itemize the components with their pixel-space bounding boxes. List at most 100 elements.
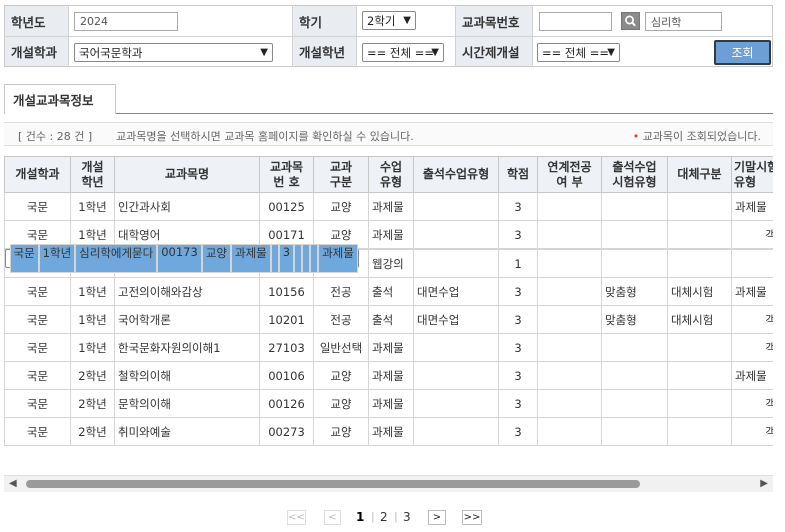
cell-type: 교양: [201, 244, 231, 273]
col-header[interactable]: 학점: [498, 156, 538, 193]
cell-alt: [667, 361, 732, 390]
cell-class: 과제물: [368, 333, 414, 362]
tab-course-info[interactable]: 개설교과목정보: [4, 84, 116, 114]
last-page-button[interactable]: >>: [462, 510, 482, 525]
cell-exam: [601, 417, 668, 446]
col-header[interactable]: 출석수업 시험유형: [601, 156, 668, 193]
table-row[interactable]: 국문1학년한국문화자원의이해127103일반선택과제물 3 객관식: [4, 333, 773, 362]
next-page-button[interactable]: >: [428, 510, 446, 525]
dept-label: 개설학과: [5, 37, 68, 66]
form-divider: [4, 36, 773, 37]
col-header[interactable]: 교과목 번 호: [259, 156, 314, 193]
col-header[interactable]: 교과목명: [114, 156, 260, 193]
cell-type: 교양: [313, 417, 369, 446]
cell-name[interactable]: 국어학개론: [114, 305, 260, 334]
table-row[interactable]: 국문 2학년 철학의이해 00106 교양 과제물 3 과제물: [4, 361, 773, 390]
course-name-input[interactable]: 심리학: [645, 12, 722, 31]
prev-page-button[interactable]: <: [324, 510, 341, 525]
submit-button[interactable]: 조회: [714, 40, 771, 65]
table-row[interactable]: 국문 1학년 인간과사회 00125 교양 과제물 3 과제물: [4, 192, 773, 221]
col-header[interactable]: 대체구분: [667, 156, 732, 193]
form-divider: [68, 5, 69, 67]
col-header[interactable]: 교과 구분: [313, 156, 369, 193]
cell-name[interactable]: 취미와예술: [114, 417, 260, 446]
cell-dept: 국문: [4, 277, 71, 306]
cell-dept: 국문: [9, 244, 39, 273]
col-header[interactable]: 출석수업유형: [413, 156, 499, 193]
grade-select[interactable]: == 전체 == ▼: [362, 43, 444, 62]
cell-no: 10201: [259, 305, 314, 334]
cell-credit: 3: [498, 417, 538, 446]
result-count: [ 건수 : 28 건 ]: [18, 130, 93, 143]
col-header[interactable]: 개설학과: [4, 156, 71, 193]
cell-alt: [667, 389, 732, 418]
status-text: 교과목이 조회되었습니다.: [642, 130, 761, 143]
horizontal-scrollbar[interactable]: ◀ ▶: [4, 475, 773, 492]
grade-label: 개설학년: [293, 37, 356, 66]
cell-final: 과제물: [731, 277, 773, 306]
chevron-down-icon: ▼: [607, 47, 615, 58]
cell-att: [413, 417, 499, 446]
cell-final: 객관식: [731, 305, 773, 334]
scroll-right-icon[interactable]: ▶: [760, 478, 768, 489]
cell-name[interactable]: 한국문화자원의이해1: [114, 333, 260, 362]
cell-type: 일반선택: [313, 333, 369, 362]
page-1[interactable]: 1: [356, 510, 364, 524]
cell-credit: 3: [278, 244, 295, 273]
cell-type: 교양: [313, 192, 369, 221]
semester-select[interactable]: 2학기 ▼: [362, 11, 416, 30]
course-no-input[interactable]: [539, 12, 612, 31]
cell-name[interactable]: 철학의이해: [114, 361, 260, 390]
chevron-down-icon: ▼: [260, 47, 268, 58]
cell-alt: [667, 192, 732, 221]
cell-alt: [667, 417, 732, 446]
help-text: 교과목명을 선택하시면 교과목 홈페이지를 확인하실 수 있습니다.: [116, 130, 414, 143]
year-input[interactable]: 2024: [74, 12, 178, 31]
cell-final: 과제물: [731, 361, 773, 390]
grade-value: == 전체 ==: [367, 45, 435, 60]
cell-name[interactable]: 고전의이해와감상: [114, 277, 260, 306]
scrollbar-thumb[interactable]: [26, 480, 640, 488]
cell-exam: [302, 244, 311, 273]
cell-no: 00126: [259, 389, 314, 418]
cell-class: 과제물: [368, 389, 414, 418]
cell-final: 객관식: [731, 389, 773, 418]
dept-select[interactable]: 국어국문학과 ▼: [74, 43, 273, 62]
col-header[interactable]: 기말시험 유형: [731, 156, 773, 193]
cell-credit: 3: [498, 192, 538, 221]
cell-type: 교양: [313, 361, 369, 390]
table-row[interactable]: 국문2학년취미와예술00273교양과제물 3 객관식: [4, 417, 773, 446]
cell-att: [413, 249, 499, 278]
first-page-button[interactable]: <<: [287, 510, 306, 525]
cell-link: [537, 417, 602, 446]
cell-grade: 1학년: [70, 333, 115, 362]
scroll-left-icon[interactable]: ◀: [9, 478, 17, 489]
cell-name[interactable]: 문학의이해: [114, 389, 260, 418]
table-row[interactable]: 국문2학년문학의이해00126교양과제물 3 객관식: [4, 389, 773, 418]
cell-grade: 1학년: [70, 192, 115, 221]
course-search-button[interactable]: [621, 12, 640, 30]
cell-grade: 1학년: [38, 244, 76, 273]
cell-name[interactable]: 심리학에게묻다: [75, 244, 158, 273]
semester-label: 학기: [293, 6, 356, 36]
table-row[interactable]: 국문1학년국어학개론10201전공출석대면수업3 맞춤형대체시험객관식: [4, 305, 773, 334]
cell-class: 웹강의: [368, 249, 414, 278]
time-select[interactable]: == 전체 == ▼: [537, 43, 620, 62]
cell-alt: [667, 333, 732, 362]
cell-class: 과제물: [368, 361, 414, 390]
cell-link: [537, 389, 602, 418]
cell-name[interactable]: 인간과사회: [114, 192, 260, 221]
cell-alt: 대체시험: [667, 305, 732, 334]
col-header[interactable]: 연계전공 여 부: [537, 156, 602, 193]
cell-type: 전공: [313, 277, 369, 306]
cell-link: [537, 361, 602, 390]
col-header[interactable]: 수업 유형: [368, 156, 414, 193]
col-header[interactable]: 개설 학년: [70, 156, 115, 193]
cell-att: 대면수업: [413, 277, 499, 306]
table-row[interactable]: 국문 1학년 고전의이해와감상 10156 전공 출석 대면수업 3 맞춤형 대체시험 과제물: [4, 277, 773, 306]
page-3[interactable]: 3: [403, 510, 411, 524]
course-grid: 개설학과 개설 학년 교과목명 교과목 번 호 교과 구분 수업 유형 출석수업…: [4, 156, 773, 472]
page-2[interactable]: 2: [380, 510, 388, 524]
table-row[interactable]: 국문 1학년 심리학에게묻다 00173 교양 과제물 3 과제물: [4, 244, 359, 273]
form-divider: [356, 5, 357, 67]
